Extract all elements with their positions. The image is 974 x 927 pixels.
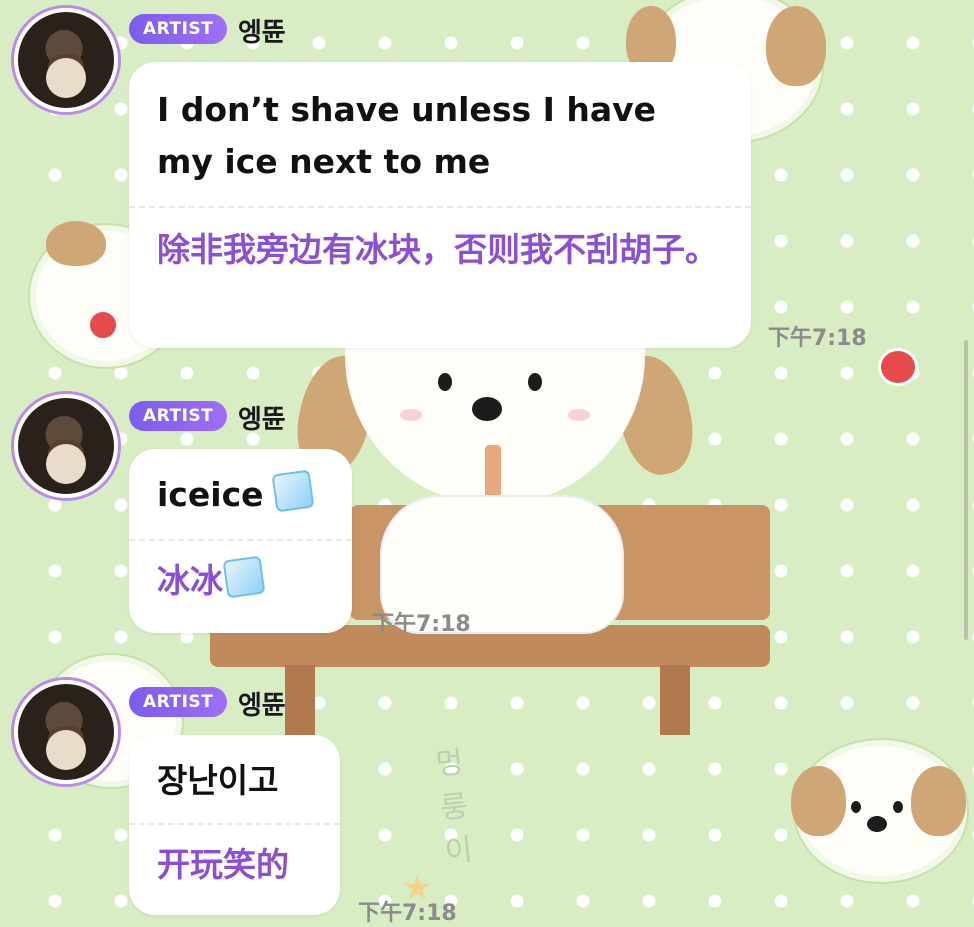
message-translation-text: 冰冰 [157,561,223,600]
message-translation-row: 冰冰 [129,541,352,607]
apple-icon [878,348,918,386]
avatar[interactable] [14,394,118,498]
sender-name[interactable]: 엥뜐 [238,399,286,436]
sender-name[interactable]: 엥뜐 [238,12,286,49]
apple-icon [88,310,118,340]
artist-badge: ARTIST [129,14,228,44]
artist-badge: ARTIST [129,687,228,717]
message-timestamp: 下午7:18 [372,612,471,637]
ice-cube-icon [222,555,266,599]
message-timestamp: 下午7:18 [358,901,457,926]
message-translation-text: 开玩笑的 [157,845,289,884]
message-bubble[interactable]: iceice 冰冰 [129,449,352,633]
message-original-text: I don’t shave unless I have my ice next … [157,90,657,181]
scrollbar[interactable] [964,340,968,640]
puppy-sticker-icon [288,345,702,635]
message-original-text: 장난이고 [157,761,279,800]
message-bubble[interactable]: 장난이고 开玩笑的 [129,735,340,915]
puppy-sticker-icon [791,740,967,882]
avatar[interactable] [14,8,118,112]
ice-cube-icon [271,469,314,513]
artist-badge: ARTIST [129,401,228,431]
sender-name[interactable]: 엥뜐 [238,685,286,722]
message-translation-text: 除非我旁边有冰块，否则我不刮胡子。 [157,230,718,269]
avatar[interactable] [14,680,118,784]
message-original-text: iceice [157,475,264,514]
message-original-row: iceice [129,449,352,539]
message-timestamp: 下午7:18 [768,326,867,351]
message-bubble[interactable]: I don’t shave unless I have my ice next … [129,62,751,348]
handwriting-decoration: 멍룽이 [434,744,475,871]
